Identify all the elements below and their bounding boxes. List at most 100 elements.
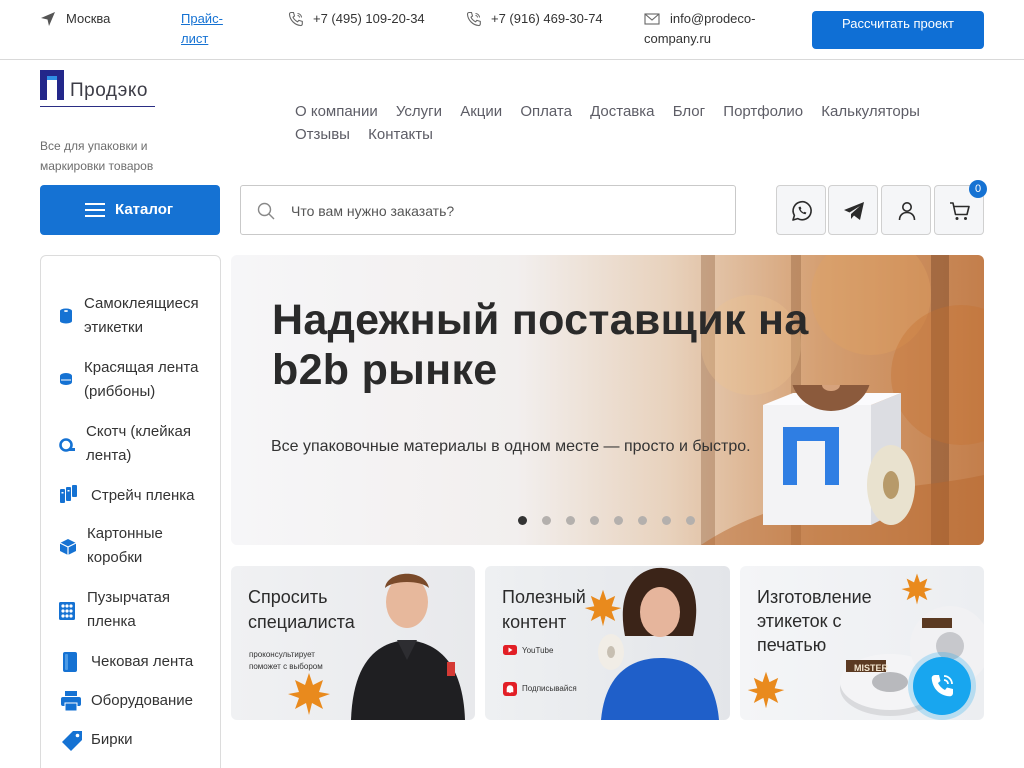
sidebar-item-tags[interactable]: Бирки [41,728,221,752]
search-input[interactable] [291,199,711,223]
sidebar-item-boxes[interactable]: Картонные коробки [41,522,221,572]
logo-text: Продэко [70,80,148,101]
search-box [240,185,736,235]
banner-title: Полезный контент [502,587,586,632]
cart-icon [950,202,970,220]
maple-leaf-icon [747,671,785,709]
sidebar-item-equipment[interactable]: Оборудование [41,689,221,713]
email-text: info@prodeco-company.ru [644,11,756,46]
nav-item-calculators[interactable]: Калькуляторы [821,100,920,123]
phone-2[interactable]: +7 (916) 469-30-74 [466,9,606,29]
catalog-sidebar: Самоклеящиеся этикетки Красящая лента (р… [40,255,221,768]
hero-subtitle: Все упаковочные материалы в одном месте … [271,438,751,455]
tagline: Все для упаковки и маркировки товаров [40,139,154,173]
whatsapp-icon [792,200,812,221]
search-icon [257,202,275,220]
phone-icon [466,11,481,27]
logo-mark-icon [40,70,64,100]
maple-leaf-icon [901,573,933,605]
box-icon [59,539,77,555]
sidebar-item-tape[interactable]: Скотч (клейкая лента) [41,420,221,470]
phone-2-text: +7 (916) 469-30-74 [491,11,603,26]
sidebar-item-label: Бирки [91,731,133,748]
notification-bell-icon [503,682,517,696]
nav-item-delivery[interactable]: Доставка [590,100,654,123]
product-label-text: MISTER [854,663,889,673]
slider-dot-3[interactable] [566,516,575,525]
top-bar: Москва Прайс-лист +7 (495) 109-20-34 +7 … [0,0,1024,60]
nav-item-promotions[interactable]: Акции [460,100,502,123]
tag-icon [62,731,82,751]
price-list-link[interactable]: Прайс-лист [181,9,229,49]
user-icon [898,202,916,221]
phone-call-icon [931,675,953,697]
slider-dot-8[interactable] [686,516,695,525]
mail-icon [644,13,660,25]
sidebar-item-labels[interactable]: Самоклеящиеся этикетки [41,292,221,342]
bear-mascot-illustration [763,385,915,525]
slider-dot-1[interactable] [518,516,527,525]
city-label: Москва [66,11,111,26]
telegram-icon [844,202,864,220]
phone-1-text: +7 (495) 109-20-34 [313,11,425,26]
hero-title: Надежный поставщик на b2b рынке [272,296,809,394]
receipt-roll-icon [63,652,77,672]
banner-useful-content[interactable]: Полезный контент YouTube Подписывайся [485,566,730,720]
sidebar-item-label: Самоклеящиеся этикетки [84,295,199,336]
nav-item-services[interactable]: Услуги [396,100,442,123]
nav-item-reviews[interactable]: Отзывы [295,123,350,146]
slider-dot-6[interactable] [638,516,647,525]
whatsapp-button[interactable] [776,185,826,235]
sidebar-item-label: Скотч (клейкая лента) [86,423,191,464]
email-contact[interactable]: info@prodeco-company.ru [644,9,774,49]
phone-icon [288,11,303,27]
tape-icon [59,438,75,452]
ribbon-icon [60,373,72,385]
logo[interactable]: Продэко [40,70,160,108]
slider-dot-5[interactable] [614,516,623,525]
bubble-wrap-icon [59,602,75,620]
location-arrow-icon [41,12,55,26]
nav-item-about[interactable]: О компании [295,100,378,123]
cart-count-badge: 0 [969,180,987,198]
city-selector[interactable]: Москва [40,9,110,29]
sidebar-item-ribbons[interactable]: Красящая лента (риббоны) [41,356,221,406]
logo-underline [40,106,155,107]
slider-dot-7[interactable] [662,516,671,525]
sidebar-item-label: Картонные коробки [87,525,163,566]
maple-leaf-icon [288,673,330,715]
sidebar-item-label: Чековая лента [91,653,194,670]
phone-1[interactable]: +7 (495) 109-20-34 [288,9,428,29]
sidebar-item-bubble-wrap[interactable]: Пузырчатая пленка [41,586,221,636]
subscribe-link[interactable]: Подписывайся [522,683,577,695]
nav-item-portfolio[interactable]: Портфолио [723,100,803,123]
menu-icon [85,203,105,217]
calculate-project-button[interactable]: Рассчитать проект [812,11,984,49]
labels-roll-icon [60,308,72,324]
printer-icon [61,691,81,711]
stretch-film-icon [60,485,77,503]
sidebar-item-label: Красящая лента (риббоны) [84,359,199,400]
sidebar-item-label: Оборудование [91,692,194,709]
youtube-link[interactable]: YouTube [522,645,553,657]
sidebar-item-label: Стрейч пленка [91,487,195,504]
banner-ask-specialist[interactable]: Спросить специалиста проконсультирует по… [231,566,475,720]
sidebar-item-label: Пузырчатая пленка [87,589,170,630]
sidebar-item-stretch-film[interactable]: Стрейч пленка [41,484,221,508]
nav-item-payment[interactable]: Оплата [520,100,572,123]
nav-item-contacts[interactable]: Контакты [368,123,433,146]
account-button[interactable] [881,185,931,235]
slider-dot-2[interactable] [542,516,551,525]
nav-item-blog[interactable]: Блог [673,100,705,123]
catalog-label: Каталог [115,201,174,218]
sidebar-item-receipt-roll[interactable]: Чековая лента [41,650,221,674]
hero-slider[interactable]: Надежный поставщик на b2b рынке Все упак… [231,255,984,545]
slider-dot-4[interactable] [590,516,599,525]
main-nav: О компании Услуги Акции Оплата Доставка … [295,100,975,146]
telegram-button[interactable] [828,185,878,235]
banner-title: Спросить специалиста [248,587,355,632]
catalog-button[interactable]: Каталог [40,185,220,235]
banner-title: Изготовление этикеток с печатью [757,587,872,655]
youtube-icon [503,645,517,655]
callback-button[interactable] [913,657,971,715]
